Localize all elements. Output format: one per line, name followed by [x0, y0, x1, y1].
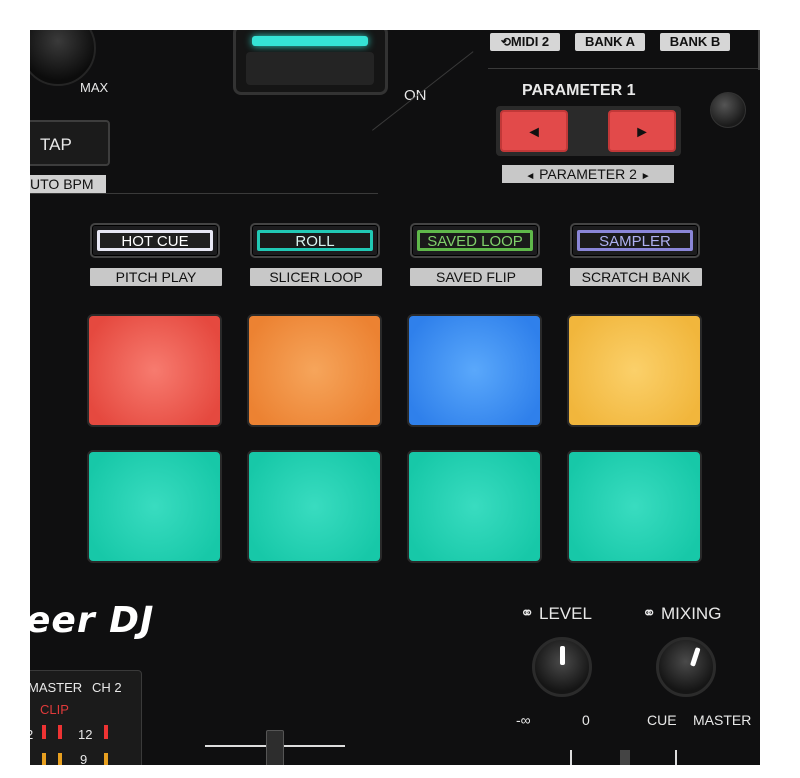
top-separator-line: [30, 193, 378, 194]
slicer-loop-label: SLICER LOOP: [250, 268, 382, 286]
level-max-label: 0: [582, 712, 590, 728]
top-vertical-line: [758, 30, 760, 70]
brand-logo: eer DJ: [30, 600, 155, 641]
performance-pad-8[interactable]: [567, 450, 702, 563]
param-right-arrow-icon: ►: [634, 124, 650, 141]
meter-led-2: [58, 725, 62, 739]
meter-ch2-label: CH 2: [92, 680, 122, 695]
param2-left-arrow-icon: ◄: [525, 171, 536, 182]
performance-pad-2[interactable]: [247, 314, 382, 427]
performance-pad-3[interactable]: [407, 314, 542, 427]
max-label: MAX: [80, 80, 109, 95]
headphone-icon: ⚭: [520, 604, 535, 623]
fx-fader-cap: [246, 52, 374, 85]
fx-fader-housing[interactable]: [233, 30, 388, 95]
performance-pad-7[interactable]: [407, 450, 542, 563]
saved-flip-label: SAVED FLIP: [410, 268, 542, 286]
mixing-header: ⚭ MIXING: [642, 604, 721, 624]
meter-clip-label: CLIP: [40, 702, 69, 717]
level-label: LEVEL: [538, 604, 592, 623]
headphone-icon: ⚭: [642, 604, 657, 623]
mixing-knob-indicator: [689, 647, 701, 667]
top-right-line: [488, 68, 760, 69]
performance-pad-6[interactable]: [247, 450, 382, 563]
meter-master-label: MASTER: [30, 680, 83, 695]
controller-panel: MAX TAP UTO BPM ON ⟲MIDI 2 BANK A BANK B…: [30, 30, 760, 765]
channel-fader-cap[interactable]: [266, 730, 284, 765]
level-knob-indicator: [559, 646, 565, 665]
meter-led-1: [42, 725, 46, 739]
performance-pad-4[interactable]: [567, 314, 702, 427]
sampler-mode-label: SAMPLER: [577, 230, 693, 251]
sampler-mode-button[interactable]: SAMPLER: [570, 223, 700, 258]
bank-a-button[interactable]: BANK A: [575, 33, 645, 51]
parameter-right-button[interactable]: ►: [608, 110, 676, 152]
crossfader-tick-center: [620, 750, 630, 765]
roll-mode-label: ROLL: [257, 230, 373, 251]
parameter1-label: PARAMETER 1: [522, 82, 636, 99]
param2-right-arrow-icon: ►: [640, 171, 651, 182]
crossfader-tick-left: [570, 750, 572, 765]
performance-pad-5[interactable]: [87, 450, 222, 563]
parameter2-label: PARAMETER 2: [539, 166, 637, 182]
pitch-play-label: PITCH PLAY: [90, 268, 222, 286]
level-header: ⚭ LEVEL: [520, 604, 592, 624]
fx-fader-indicator: [252, 36, 368, 46]
headphone-mixing-knob[interactable]: [656, 637, 716, 697]
param-left-arrow-icon: ◄: [526, 124, 542, 141]
hot-cue-mode-label: HOT CUE: [97, 230, 213, 251]
saved-loop-mode-label: SAVED LOOP: [417, 230, 533, 251]
mixing-label: MIXING: [660, 604, 722, 623]
tap-button[interactable]: TAP: [30, 120, 110, 166]
mixing-master-label: MASTER: [693, 712, 752, 728]
auto-bpm-label: UTO BPM: [30, 175, 106, 193]
level-min-label: -∞: [516, 712, 531, 728]
meter-led-3: [104, 725, 108, 739]
meter-12-label: 12: [78, 727, 93, 742]
hot-cue-mode-button[interactable]: HOT CUE: [90, 223, 220, 258]
meter-led-6: [104, 753, 108, 765]
headphone-level-knob[interactable]: [532, 637, 592, 697]
meter-9-label: 9: [80, 752, 88, 765]
parameter-left-button[interactable]: ◄: [500, 110, 568, 152]
master-knob[interactable]: [30, 30, 96, 86]
midi2-label: MIDI 2: [510, 34, 550, 49]
meter-led-4: [42, 753, 46, 765]
roll-mode-button[interactable]: ROLL: [250, 223, 380, 258]
mixing-cue-label: CUE: [647, 712, 677, 728]
saved-loop-mode-button[interactable]: SAVED LOOP: [410, 223, 540, 258]
tap-label: TAP: [40, 135, 72, 154]
parameter2-label-bar: ◄ PARAMETER 2 ►: [502, 165, 674, 183]
crossfader-tick-right: [675, 750, 677, 765]
meter-2-label: 2: [30, 727, 33, 742]
midi2-button[interactable]: ⟲MIDI 2: [490, 33, 560, 51]
refresh-icon: ⟲: [500, 35, 511, 49]
meter-led-5: [58, 753, 62, 765]
bank-b-button[interactable]: BANK B: [660, 33, 730, 51]
performance-pad-1[interactable]: [87, 314, 222, 427]
scratch-bank-label: SCRATCH BANK: [570, 268, 702, 286]
screw-icon: [710, 92, 746, 128]
